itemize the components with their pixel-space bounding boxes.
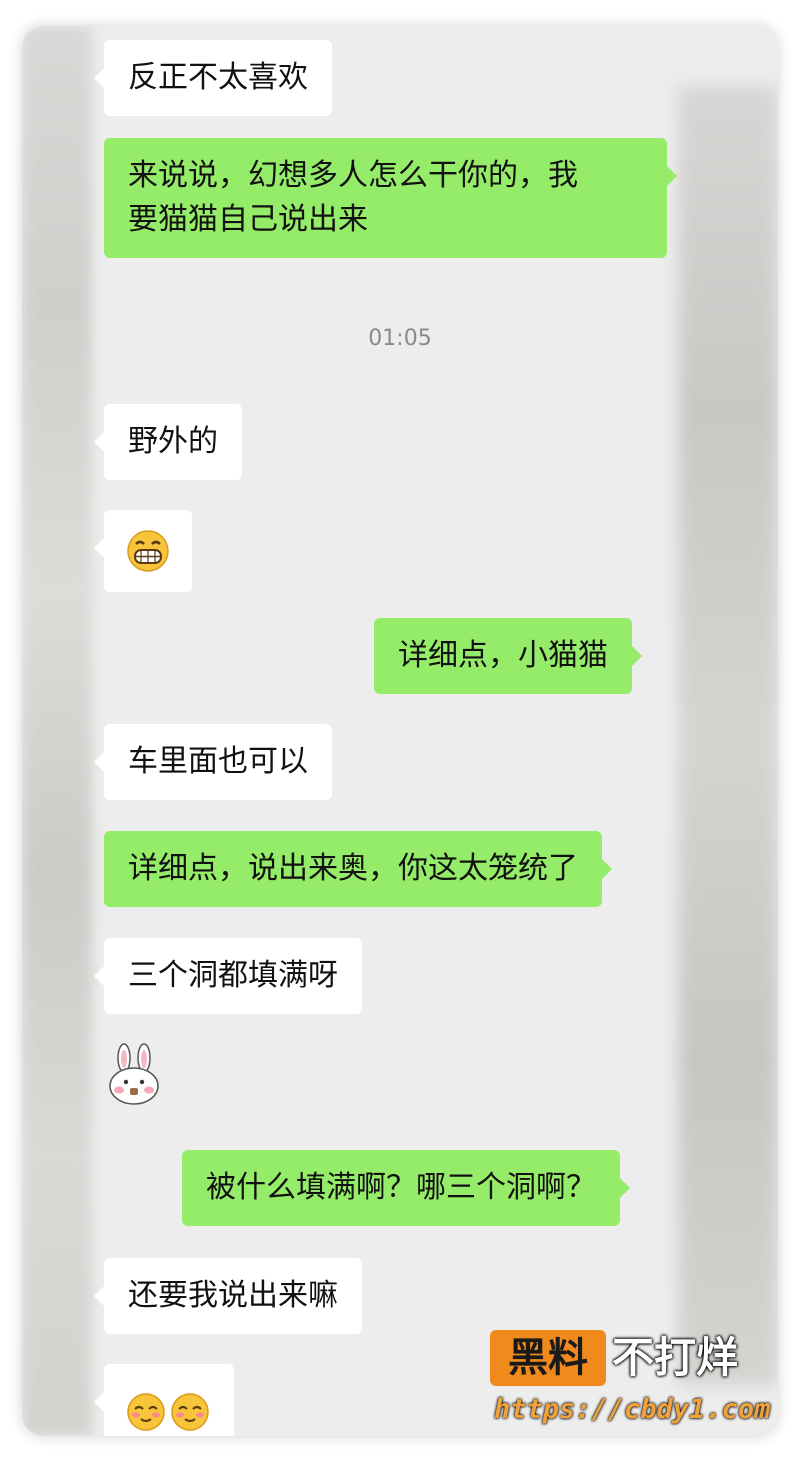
message-text: 三个洞都填满呀 bbox=[128, 958, 338, 993]
message-text: 详细点，说出来奥，你这太笼统了 bbox=[128, 851, 578, 886]
message-bubble-incoming[interactable]: 车里面也可以 bbox=[94, 724, 332, 800]
message-bubble-incoming[interactable] bbox=[94, 510, 192, 592]
message-bubble-outgoing[interactable]: 来说说，幻想多人怎么干你的，我 要猫猫自己说出来 bbox=[104, 138, 677, 258]
message-bubble-outgoing[interactable]: 被什么填满啊？哪三个洞啊？ bbox=[182, 1150, 630, 1226]
watermark-url: https://cbdy1.com bbox=[494, 1394, 771, 1425]
watermark-badge: 黑料 bbox=[490, 1330, 606, 1386]
message-text: 车里面也可以 bbox=[128, 744, 308, 779]
message-text-line: 来说说，幻想多人怎么干你的，我 bbox=[128, 158, 578, 193]
message-bubble-incoming[interactable] bbox=[94, 1364, 234, 1436]
grin-emoji-icon bbox=[127, 530, 169, 572]
message-bubble-outgoing[interactable]: 详细点，小猫猫 bbox=[374, 618, 642, 694]
message-timestamp: 01:05 bbox=[368, 326, 432, 351]
watermark-text: 不打烊 bbox=[612, 1333, 739, 1382]
blurred-avatar-column bbox=[22, 26, 92, 1436]
watermark: 黑料 不打烊 https://cbdy1.com bbox=[490, 1330, 780, 1430]
blush-emoji-icon bbox=[127, 1393, 165, 1431]
message-text-line: 要猫猫自己说出来 bbox=[128, 202, 368, 237]
message-text: 反正不太喜欢 bbox=[128, 60, 308, 95]
message-bubble-incoming[interactable]: 野外的 bbox=[94, 404, 242, 480]
blurred-avatar-column-right bbox=[678, 86, 778, 1386]
chat-window: 反正不太喜欢 来说说，幻想多人怎么干你的，我 要猫猫自己说出来 01:05 野外… bbox=[22, 26, 778, 1436]
blush-emoji-icon bbox=[171, 1393, 209, 1431]
message-text: 被什么填满啊？哪三个洞啊？ bbox=[206, 1170, 596, 1205]
message-bubble-incoming[interactable]: 反正不太喜欢 bbox=[94, 40, 332, 116]
sticker-message[interactable] bbox=[102, 1042, 166, 1106]
message-text: 详细点，小猫猫 bbox=[398, 638, 608, 673]
message-text: 野外的 bbox=[128, 424, 218, 459]
message-bubble-incoming[interactable]: 还要我说出来嘛 bbox=[94, 1258, 362, 1334]
message-text: 还要我说出来嘛 bbox=[128, 1278, 338, 1313]
bunny-sticker-icon bbox=[109, 1043, 159, 1105]
message-bubble-outgoing[interactable]: 详细点，说出来奥，你这太笼统了 bbox=[104, 831, 612, 907]
message-bubble-incoming[interactable]: 三个洞都填满呀 bbox=[94, 938, 362, 1014]
